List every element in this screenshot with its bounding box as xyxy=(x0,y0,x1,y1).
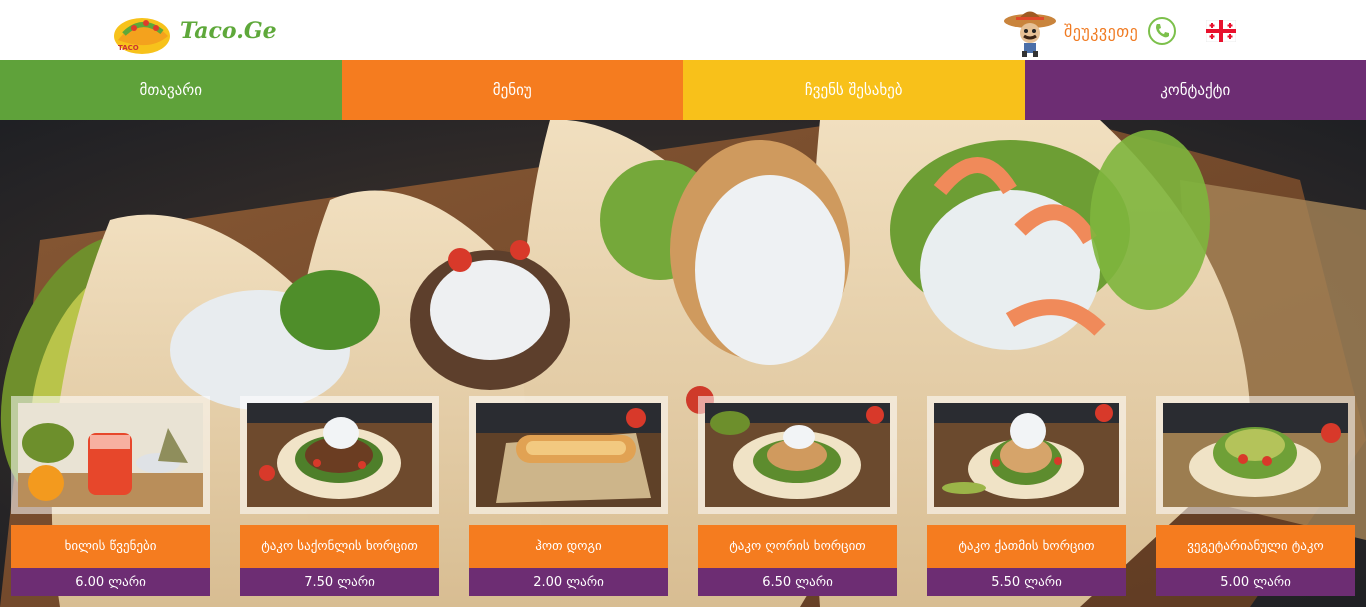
product-photo-frame xyxy=(698,396,897,514)
product-photo-frame xyxy=(469,396,668,514)
product-photo-frame xyxy=(927,396,1126,514)
product-card[interactable]: ტაკო ქათმის ხორცით 5.50 ლარი xyxy=(927,396,1126,607)
product-title[interactable]: ტაკო ღორის ხორცით xyxy=(698,525,897,568)
product-card[interactable]: ტაკო საქონლის ხორცით 7.50 ლარი xyxy=(240,396,439,607)
product-card[interactable]: ტაკო ღორის ხორცით 6.50 ლარი xyxy=(698,396,897,607)
georgian-flag-icon[interactable] xyxy=(1206,20,1237,42)
product-price: 5.00 ლარი xyxy=(1156,568,1355,596)
product-title[interactable]: ხილის წვენები xyxy=(11,525,210,568)
main-navigation: მთავარი მენიუ ჩვენს შესახებ კონტაქტი xyxy=(0,60,1366,120)
brand-name: Taco.Ge xyxy=(180,18,277,44)
hot-dog-image xyxy=(476,403,661,507)
sombrero-mascot-icon xyxy=(1004,11,1056,57)
call-order-label[interactable]: შეუკვეთე xyxy=(1064,22,1138,41)
beef-taco-image xyxy=(247,403,432,507)
site-logo[interactable]: TACO Taco.Ge xyxy=(110,6,277,56)
product-title[interactable]: ვეგეტარიანული ტაკო xyxy=(1156,525,1355,568)
taco-logo-icon: TACO xyxy=(114,18,170,54)
product-price: 7.50 ლარი xyxy=(240,568,439,596)
product-photo-frame xyxy=(1156,396,1355,514)
product-price: 6.00 ლარი xyxy=(11,568,210,596)
product-list: ხილის წვენები 6.00 ლარი ტაკო საქონლის ხო… xyxy=(11,396,1366,607)
product-card[interactable]: ხილის წვენები 6.00 ლარი xyxy=(11,396,210,607)
veggie-taco-image xyxy=(1163,403,1348,507)
site-header: TACO Taco.Ge შეუკვეთე xyxy=(0,0,1366,60)
product-card[interactable]: ვეგეტარიანული ტაკო 5.00 ლარი xyxy=(1156,396,1355,607)
call-order-area: შეუკვეთე xyxy=(1002,6,1237,57)
svg-text:TACO: TACO xyxy=(118,44,139,52)
product-card[interactable]: ჰოთ დოგი 2.00 ლარი xyxy=(469,396,668,607)
fruit-juice-image xyxy=(18,403,203,507)
pork-taco-image xyxy=(705,403,890,507)
nav-item-home[interactable]: მთავარი xyxy=(0,60,342,120)
product-price: 2.00 ლარი xyxy=(469,568,668,596)
chicken-taco-image xyxy=(934,403,1119,507)
product-title[interactable]: ტაკო ქათმის ხორცით xyxy=(927,525,1126,568)
phone-icon[interactable] xyxy=(1148,17,1177,45)
product-price: 5.50 ლარი xyxy=(927,568,1126,596)
product-title[interactable]: ტაკო საქონლის ხორცით xyxy=(240,525,439,568)
product-photo-frame xyxy=(11,396,210,514)
nav-item-menu[interactable]: მენიუ xyxy=(341,60,683,120)
nav-item-contact[interactable]: კონტაქტი xyxy=(1024,60,1366,120)
product-title[interactable]: ჰოთ დოგი xyxy=(469,525,668,568)
product-photo-frame xyxy=(240,396,439,514)
product-price: 6.50 ლარი xyxy=(698,568,897,596)
nav-item-about[interactable]: ჩვენს შესახებ xyxy=(683,60,1025,120)
